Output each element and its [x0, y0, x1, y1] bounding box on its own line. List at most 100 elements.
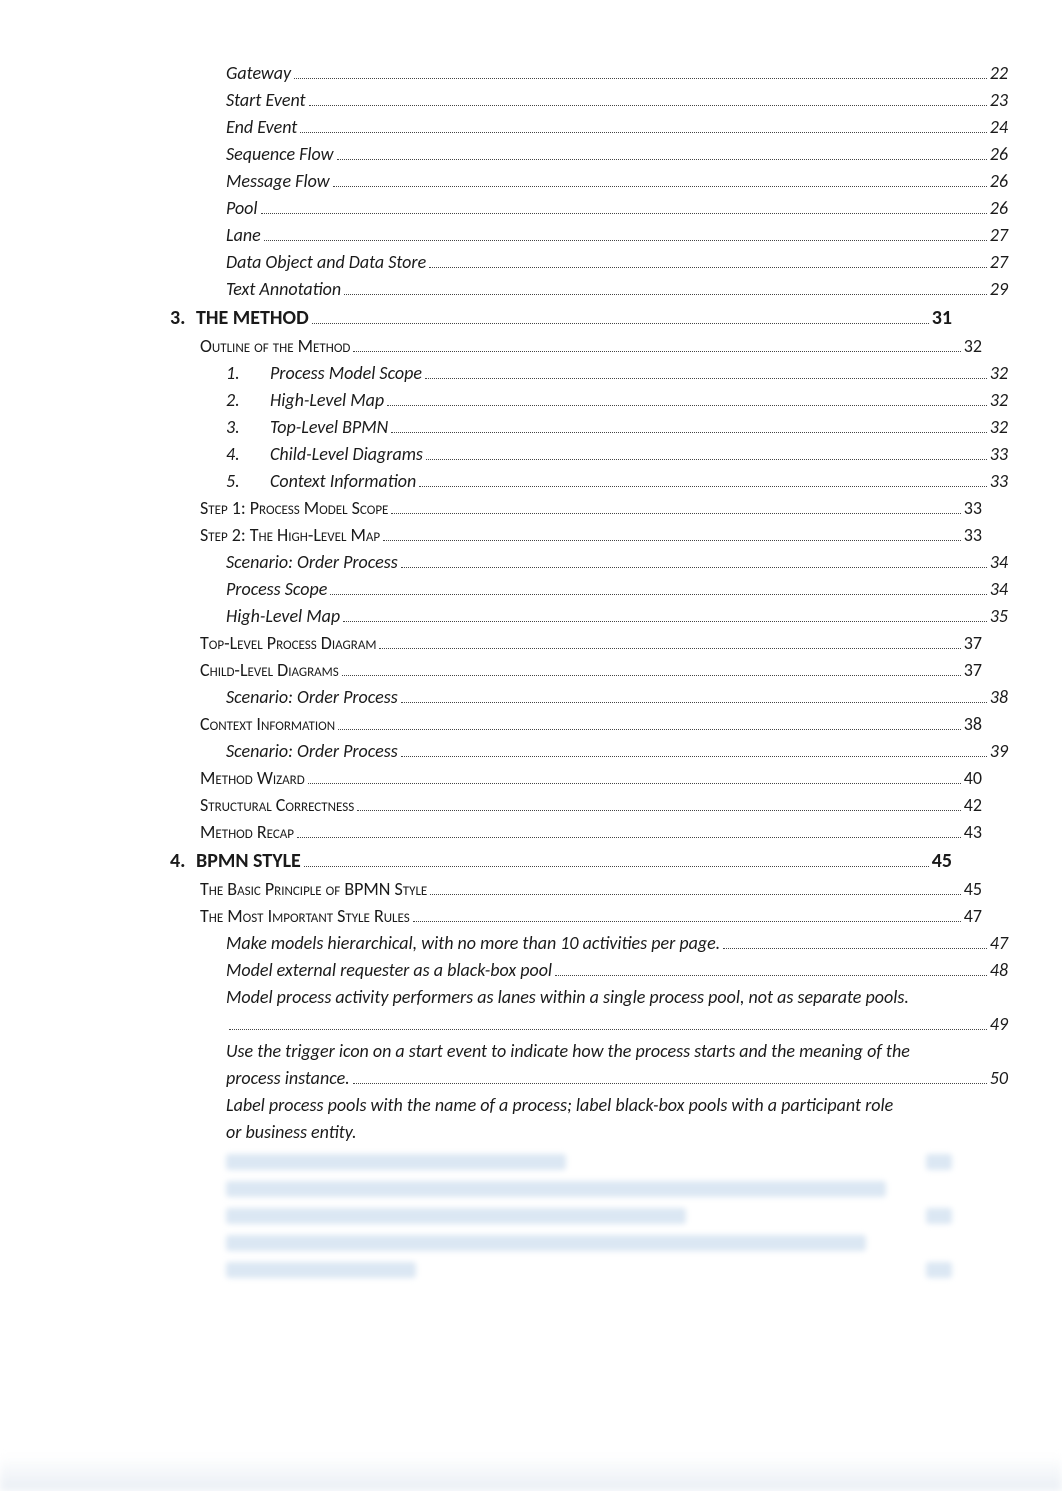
toc-entry-text: High-Level Map	[270, 389, 384, 411]
toc-entry: Text Annotation 29	[170, 276, 1008, 303]
toc-entry-text: The Most Important Style Rules	[200, 905, 410, 927]
toc-entry-continuation: process instance. 50	[170, 1065, 1008, 1092]
toc-entry-label: The Most Important Style Rules	[200, 903, 410, 930]
toc-leader-dots	[425, 365, 987, 380]
toc-entry-page: 32	[964, 333, 982, 360]
toc-entry: Step 1: Process Model Scope33	[170, 495, 982, 522]
toc-entry: Sequence Flow26	[170, 141, 1008, 168]
toc-leader-dots	[429, 254, 987, 269]
toc-leader-dots	[337, 146, 987, 161]
toc-entry-label: Use the trigger icon on a start event to…	[226, 1038, 910, 1065]
toc-entry-text: Method Recap	[200, 821, 294, 843]
toc-entry: Lane 27	[170, 222, 1008, 249]
toc-leader-dots	[312, 308, 929, 324]
toc-entry-continuation: or business entity.	[170, 1119, 1008, 1146]
toc-list: Gateway22Start Event23End Event24Sequenc…	[170, 60, 952, 1146]
toc-entry: 3.Top-Level BPMN 32	[170, 414, 1008, 441]
toc-entry: Method Wizard 40	[170, 765, 982, 792]
toc-entry-label: Model external requester as a black-box …	[226, 957, 552, 984]
toc-entry-text: Start Event	[226, 89, 306, 111]
toc-entry-page: 26	[990, 195, 1008, 222]
toc-entry: Use the trigger icon on a start event to…	[170, 1038, 1008, 1065]
toc-entry-text: Scenario: Order Process	[226, 551, 398, 573]
toc-entry-text: Step 1: Process Model Scope	[200, 497, 388, 519]
toc-entry-text: Gateway	[226, 62, 291, 84]
page-footer-blur	[0, 1455, 1062, 1491]
toc-entry: Process Scope34	[170, 576, 1008, 603]
toc-entry: 4.Child-Level Diagrams 33	[170, 441, 1008, 468]
toc-entry-text: Context Information	[200, 713, 335, 735]
toc-leader-dots	[342, 662, 961, 677]
toc-entry-page: 37	[964, 630, 982, 657]
toc-entry-text: Pool	[226, 197, 258, 219]
toc-entry-label: Context Information	[200, 711, 335, 738]
toc-entry-page: 32	[990, 414, 1008, 441]
toc-entry: 5.Context Information33	[170, 468, 1008, 495]
toc-entry-number: 3.	[226, 414, 270, 441]
toc-entry-label: 5.Context Information	[226, 468, 416, 495]
toc-entry: Data Object and Data Store27	[170, 249, 1008, 276]
toc-leader-dots	[401, 554, 987, 569]
toc-entry-number: 4.	[226, 441, 270, 468]
toc-entry-label: Method Wizard	[200, 765, 305, 792]
toc-entry: Model external requester as a black-box …	[170, 957, 1008, 984]
toc-entry-text: Child-Level Diagrams	[270, 443, 423, 465]
toc-entry-text: Scenario: Order Process	[226, 740, 398, 762]
toc-entry-text: BPMN STYLE	[196, 849, 301, 873]
toc-entry-label: Pool	[226, 195, 258, 222]
toc-leader-dots	[294, 65, 987, 80]
toc-entry-text: Top-Level BPMN	[270, 416, 388, 438]
toc-entry-label: Make models hierarchical, with no more t…	[226, 930, 720, 957]
toc-leader-dots	[297, 824, 961, 839]
toc-entry-label: Text Annotation	[226, 276, 341, 303]
toc-leader-dots	[300, 119, 986, 134]
toc-entry-label: 3.Top-Level BPMN	[226, 414, 388, 441]
toc-entry-label: process instance.	[226, 1065, 350, 1092]
toc-entry-label: Sequence Flow	[226, 141, 334, 168]
toc-leader-dots	[383, 527, 961, 542]
toc-entry-page: 27	[990, 222, 1008, 249]
toc-entry-text: Process Model Scope	[270, 362, 422, 384]
obscured-page	[926, 1208, 952, 1224]
toc-entry-number: 1.	[226, 360, 270, 387]
toc-leader-dots	[344, 281, 987, 296]
toc-entry-text: Make models hierarchical, with no more t…	[226, 932, 720, 954]
toc-entry-page: 45	[932, 846, 952, 876]
toc-entry-page: 40	[964, 765, 982, 792]
toc-leader-dots	[343, 608, 987, 623]
toc-entry: High-Level Map35	[170, 603, 1008, 630]
obscured-entry	[226, 1148, 952, 1175]
toc-entry-text: Step 2: The High-Level Map	[200, 524, 380, 546]
toc-entry-label: Start Event	[226, 87, 306, 114]
toc-entry-label: Message Flow	[226, 168, 330, 195]
toc-entry-page: 29	[990, 276, 1008, 303]
obscured-text	[226, 1181, 886, 1197]
toc-entry-label: 4.BPMN STYLE	[170, 846, 301, 876]
toc-entry-text: Top-Level Process Diagram	[200, 632, 376, 654]
toc-entry-label: Gateway	[226, 60, 291, 87]
toc-entry-label: End Event	[226, 114, 297, 141]
toc-leader-dots	[426, 446, 987, 461]
toc-entry-label: 3.THE METHOD	[170, 303, 309, 333]
obscured-entries	[170, 1148, 952, 1283]
toc-entry-label: Lane	[226, 222, 261, 249]
toc-entry-text: Sequence Flow	[226, 143, 334, 165]
toc-leader-dots	[261, 200, 987, 215]
toc-entry-label: Step 2: The High-Level Map	[200, 522, 380, 549]
obscured-entry	[226, 1256, 952, 1283]
toc-entry: Outline of the Method32	[170, 333, 982, 360]
toc-entry-page: 50	[990, 1065, 1008, 1092]
toc-entry-label: or business entity.	[226, 1119, 357, 1146]
toc-entry-text: Scenario: Order Process	[226, 686, 398, 708]
toc-leader-dots	[401, 689, 987, 704]
toc-leader-dots	[430, 881, 960, 896]
obscured-page	[926, 1154, 952, 1170]
toc-entry: Make models hierarchical, with no more t…	[170, 930, 1008, 957]
toc-entry: End Event24	[170, 114, 1008, 141]
toc-entry-page: 48	[990, 957, 1008, 984]
toc-entry-text: Structural Correctness	[200, 794, 354, 816]
toc-entry-page: 39	[990, 738, 1008, 765]
toc-entry-label: Data Object and Data Store	[226, 249, 426, 276]
toc-entry-text: Method Wizard	[200, 767, 305, 789]
toc-entry-page: 33	[990, 441, 1008, 468]
